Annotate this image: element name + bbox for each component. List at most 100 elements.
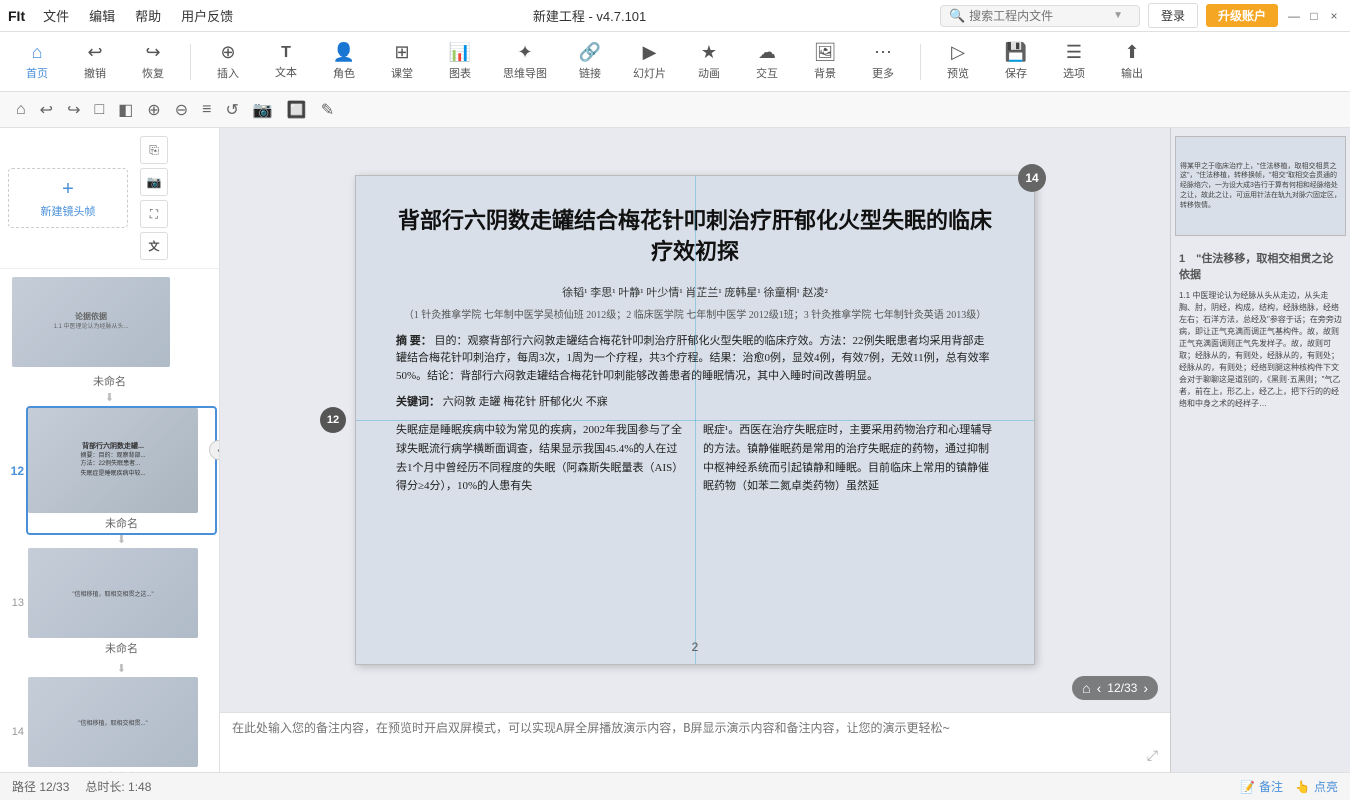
status-bar: 路径 12/33 总时长: 1:48 📝 备注 👆 点亮	[0, 772, 1350, 800]
article-keywords: 关键词： 六闷敦 走罐 梅花针 肝郁化火 不寐	[396, 393, 994, 409]
slide-tool-refresh[interactable]: ↺	[221, 98, 242, 122]
tool-save[interactable]: 💾 保存	[991, 38, 1041, 85]
nav-controls: ⌂ ‹ 12/33 ›	[1072, 676, 1158, 700]
nav-next-icon[interactable]: ›	[1143, 680, 1148, 696]
menu-item-edit[interactable]: 编辑	[83, 4, 121, 27]
bg-icon: 🖼	[814, 42, 837, 63]
annotation-button[interactable]: 📝 备注	[1240, 778, 1283, 795]
slide-name-12: 未命名	[28, 513, 215, 533]
slide-name-14: 未命名	[28, 767, 215, 772]
canvas-slide-number: 12	[320, 407, 346, 433]
chart-icon: 📊	[449, 42, 471, 63]
preview-icon: ▷	[951, 42, 965, 63]
right-panel-content-1: 得某甲之于临床治疗上，"住法移植，取相交相贯之这"，"住法移植，转移换帧，"相交…	[1176, 158, 1345, 215]
tool-mindmap[interactable]: ✦ 思维导图	[493, 38, 557, 85]
slide-tool-edit[interactable]: ✎	[317, 98, 338, 122]
keywords-text: 六闷敦 走罐 梅花针 肝郁化火 不寐	[443, 396, 608, 408]
tool-animation[interactable]: ★ 动画	[684, 38, 734, 85]
slide-tool-frame[interactable]: 🔲	[283, 98, 311, 122]
slide-item-13[interactable]: "信相移植，取相交相贯之这..." 未命名	[28, 548, 215, 658]
tool-redo[interactable]: ↪ 恢复	[128, 38, 178, 85]
notes-expand-icon[interactable]: ⤢	[1147, 747, 1158, 764]
tool-undo[interactable]: ↩ 撤销	[70, 38, 120, 85]
search-icon: 🔍	[949, 8, 965, 24]
fullscreen-button[interactable]: ⛶	[140, 200, 168, 228]
tool-slide[interactable]: ▶ 幻灯片	[623, 38, 676, 85]
more-icon: ⋯	[874, 42, 892, 63]
slide-thumbnail-text-11: 论据依据 1.1 中医理论认为经脉从头...	[47, 306, 134, 338]
status-right: 📝 备注 👆 点亮	[1240, 778, 1338, 795]
text-button[interactable]: 文	[140, 232, 168, 260]
link-icon: 🔗	[579, 42, 601, 63]
right-panel-slide-1: 得某甲之于临床治疗上，"住法移植，取相交相贯之这"，"住法移植，转移换帧，"相交…	[1175, 136, 1346, 236]
article-authors: 徐韬¹ 李思¹ 叶静¹ 叶少情¹ 肖芷兰¹ 庞韩星¹ 徐童桐¹ 赵凌²	[396, 284, 994, 300]
slide-tool-copy1[interactable]: ↩	[36, 98, 57, 122]
slide-item-12[interactable]: 背部行六阴数走罐... 摘要：目的：观察背部... 方法：22例失眠患者... …	[28, 408, 215, 533]
slide-tool-camera[interactable]: 📷	[249, 98, 277, 122]
tool-export[interactable]: ⬆ 输出	[1107, 38, 1157, 85]
nav-prev-icon[interactable]: ‹	[1097, 680, 1102, 696]
slide-thumbnail-11[interactable]: 论据依据 1.1 中医理论认为经脉从头...	[12, 277, 170, 367]
tool-link[interactable]: 🔗 链接	[565, 38, 615, 85]
notes-bar: ⤢	[220, 712, 1170, 772]
slide-canvas[interactable]: 14 12 背部行六阴数走罐结合梅花针叩刺治疗肝郁化火型失眠的临床疗效初探 徐韬…	[355, 175, 1035, 665]
interact-icon: ☁	[758, 42, 776, 63]
nav-position: 12/33	[1107, 681, 1137, 695]
slide-tool-grid[interactable]: ≡	[198, 99, 215, 121]
login-button[interactable]: 登录	[1148, 3, 1198, 28]
export-icon: ⬆	[1124, 42, 1139, 63]
insert-icon: ⊕	[220, 42, 235, 63]
tool-chart[interactable]: 📊 图表	[435, 38, 485, 85]
slide-number-14: 14	[4, 726, 24, 738]
menu-item-feedback[interactable]: 用户反馈	[175, 4, 239, 27]
canvas-area: 14 12 背部行六阴数走罐结合梅花针叩刺治疗肝郁化火型失眠的临床疗效初探 徐韬…	[220, 128, 1170, 712]
slide-tool-home[interactable]: ⌂	[12, 99, 30, 121]
close-button[interactable]: ×	[1326, 8, 1342, 24]
slide-content: 背部行六阴数走罐结合梅花针叩刺治疗肝郁化火型失眠的临床疗效初探 徐韬¹ 李思¹ …	[356, 176, 1034, 526]
tool-interact[interactable]: ☁ 交互	[742, 38, 792, 85]
animation-icon: ★	[701, 42, 717, 63]
menu-item-help[interactable]: 帮助	[129, 4, 167, 27]
notes-input[interactable]	[232, 719, 1158, 766]
search-box[interactable]: 🔍 ▼	[940, 5, 1140, 27]
nav-home-icon[interactable]: ⌂	[1082, 680, 1090, 696]
keywords-label: 关键词：	[396, 396, 440, 408]
menu-item-file[interactable]: 文件	[37, 4, 75, 27]
classroom-icon: ⊞	[394, 42, 409, 63]
tool-more[interactable]: ⋯ 更多	[858, 38, 908, 85]
maximize-button[interactable]: □	[1306, 8, 1322, 24]
slide-tool-zoom-out[interactable]: ⊖	[171, 98, 192, 122]
slide-item-14[interactable]: "信相移植，取相交相贯..." 未命名	[28, 677, 215, 772]
tool-role[interactable]: 👤 角色	[319, 38, 369, 85]
copy-frame-button[interactable]: ⎘	[140, 136, 168, 164]
plus-icon: +	[62, 178, 74, 201]
point-label: 点亮	[1314, 778, 1338, 795]
search-input[interactable]	[969, 9, 1109, 23]
slide-tool-box2[interactable]: ◧	[114, 98, 137, 122]
camera-button[interactable]: 📷	[140, 168, 168, 196]
slide-name-13: 未命名	[28, 638, 215, 658]
upgrade-button[interactable]: 升级账户	[1206, 4, 1278, 27]
add-slide-button[interactable]: + 新建镜头帧	[8, 168, 128, 228]
tool-preview[interactable]: ▷ 预览	[933, 38, 983, 85]
tool-bg[interactable]: 🖼 背景	[800, 38, 850, 85]
slide-name-11: 未命名	[4, 371, 215, 391]
role-icon: 👤	[333, 42, 355, 63]
tool-options[interactable]: ☰ 选项	[1049, 38, 1099, 85]
slide-tool-box1[interactable]: □	[90, 99, 108, 121]
tool-classroom[interactable]: ⊞ 课堂	[377, 38, 427, 85]
search-dropdown-icon[interactable]: ▼	[1113, 10, 1123, 21]
slide-list: 论据依据 1.1 中医理论认为经脉从头... 未命名 ⬇ 12 背部行六阴数走罐…	[0, 269, 219, 772]
point-button[interactable]: 👆 点亮	[1295, 778, 1338, 795]
title-bar: FIt 文件 编辑 帮助 用户反馈 新建工程 - v4.7.101 🔍 ▼ 登录…	[0, 0, 1350, 32]
article-affiliation: （1 针灸推拿学院 七年制中医学吴桢仙班 2012级；2 临床医学院 七年制中医…	[396, 306, 994, 321]
slide-tool-copy2[interactable]: ↪	[63, 98, 84, 122]
tool-insert[interactable]: ⊕ 插入	[203, 38, 253, 85]
tool-text[interactable]: T 文本	[261, 40, 311, 84]
slide-tool-zoom-in[interactable]: ⊕	[143, 98, 164, 122]
tool-home[interactable]: ⌂ 首页	[12, 38, 62, 85]
article-body: 失眠症是睡眠疾病中较为常见的疾病，2002年我国参与了全球失眠流行病学横断面调查…	[396, 421, 994, 496]
toolbar-separator-1	[190, 44, 191, 80]
minimize-button[interactable]: —	[1286, 8, 1302, 24]
undo-icon: ↩	[87, 42, 102, 63]
